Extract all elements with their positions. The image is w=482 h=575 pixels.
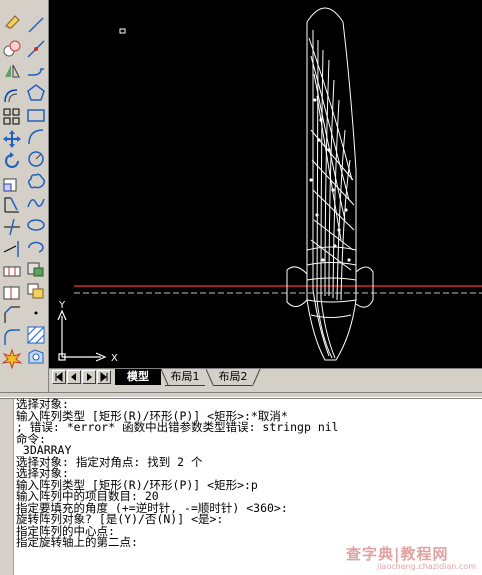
tab-separator xyxy=(206,369,214,385)
rotate-icon[interactable] xyxy=(1,150,23,172)
revision-cloud-icon[interactable] xyxy=(25,170,47,192)
ucs-y-label: Y xyxy=(58,300,66,311)
tab-separator xyxy=(161,369,169,385)
watermark: 查字典|教程网 jiaocheng.chazidian.com xyxy=(346,543,476,571)
region-icon[interactable] xyxy=(25,346,47,368)
polyline-icon[interactable] xyxy=(25,60,47,82)
ucs-x-label: X xyxy=(111,353,118,364)
insert-block-icon[interactable] xyxy=(25,258,47,280)
polygon-icon[interactable] xyxy=(25,82,47,104)
erase-icon[interactable] xyxy=(1,10,23,32)
copy-icon[interactable] xyxy=(1,38,23,60)
tab-model[interactable]: 模型 xyxy=(115,369,161,385)
array-icon[interactable] xyxy=(1,106,23,128)
explode-icon[interactable] xyxy=(1,348,23,370)
break-icon[interactable] xyxy=(1,260,23,282)
line-icon[interactable] xyxy=(25,14,47,36)
fillet-icon[interactable] xyxy=(1,326,23,348)
make-block-icon[interactable] xyxy=(25,280,47,302)
command-line: 选择对象: 指定对角点: 找到 2 个 xyxy=(16,454,203,469)
watermark-url: jiaocheng.chazidian.com xyxy=(376,562,476,571)
scale-icon[interactable] xyxy=(1,172,23,194)
layout-tab-strip: 模型 布局1 布局2 xyxy=(49,368,482,386)
mirror-icon[interactable] xyxy=(1,60,23,82)
drawing-canvas[interactable]: Y X xyxy=(49,0,482,368)
spline-icon[interactable] xyxy=(25,192,47,214)
drawing-geometry: Y X xyxy=(57,7,482,364)
prev-tab-button[interactable] xyxy=(67,370,81,384)
trim-icon[interactable] xyxy=(1,216,23,238)
command-window-gutter xyxy=(0,399,14,575)
offset-icon[interactable] xyxy=(1,84,23,106)
ellipse-arc-icon[interactable] xyxy=(25,236,47,258)
arc-icon[interactable] xyxy=(25,126,47,148)
command-window[interactable]: 选择对象: 输入阵列类型 [矩形(R)/环形(P)] <矩形>:*取消* ; 错… xyxy=(0,398,482,575)
modify-toolbar xyxy=(0,0,25,392)
tab-layout1[interactable]: 布局1 xyxy=(165,369,205,386)
extend-icon[interactable] xyxy=(1,238,23,260)
point-icon[interactable] xyxy=(25,302,47,324)
tab-layout2[interactable]: 布局2 xyxy=(213,369,253,386)
hatch-icon[interactable] xyxy=(25,324,47,346)
draw-toolbar: A xyxy=(24,0,63,392)
break-at-point-icon[interactable] xyxy=(1,282,23,304)
command-line: 命令: xyxy=(16,431,46,446)
watermark-text: 查字典|教程网 xyxy=(346,545,449,563)
first-tab-button[interactable] xyxy=(52,370,66,384)
chamfer-icon[interactable] xyxy=(1,304,23,326)
rectangle-icon[interactable] xyxy=(25,104,47,126)
ellipse-icon[interactable] xyxy=(25,214,47,236)
next-tab-button[interactable] xyxy=(82,370,96,384)
tab-separator xyxy=(253,369,261,385)
last-tab-button[interactable] xyxy=(97,370,111,384)
command-history: 选择对象: 输入阵列类型 [矩形(R)/环形(P)] <矩形>:*取消* ; 错… xyxy=(16,398,478,549)
command-line: ; 错误: *error* 函数中出错参数类型错误: stringp nil xyxy=(16,420,339,434)
construction-line-icon[interactable] xyxy=(25,38,47,60)
circle-icon[interactable] xyxy=(25,148,47,170)
move-icon[interactable] xyxy=(1,128,23,150)
stretch-icon[interactable] xyxy=(1,194,23,216)
